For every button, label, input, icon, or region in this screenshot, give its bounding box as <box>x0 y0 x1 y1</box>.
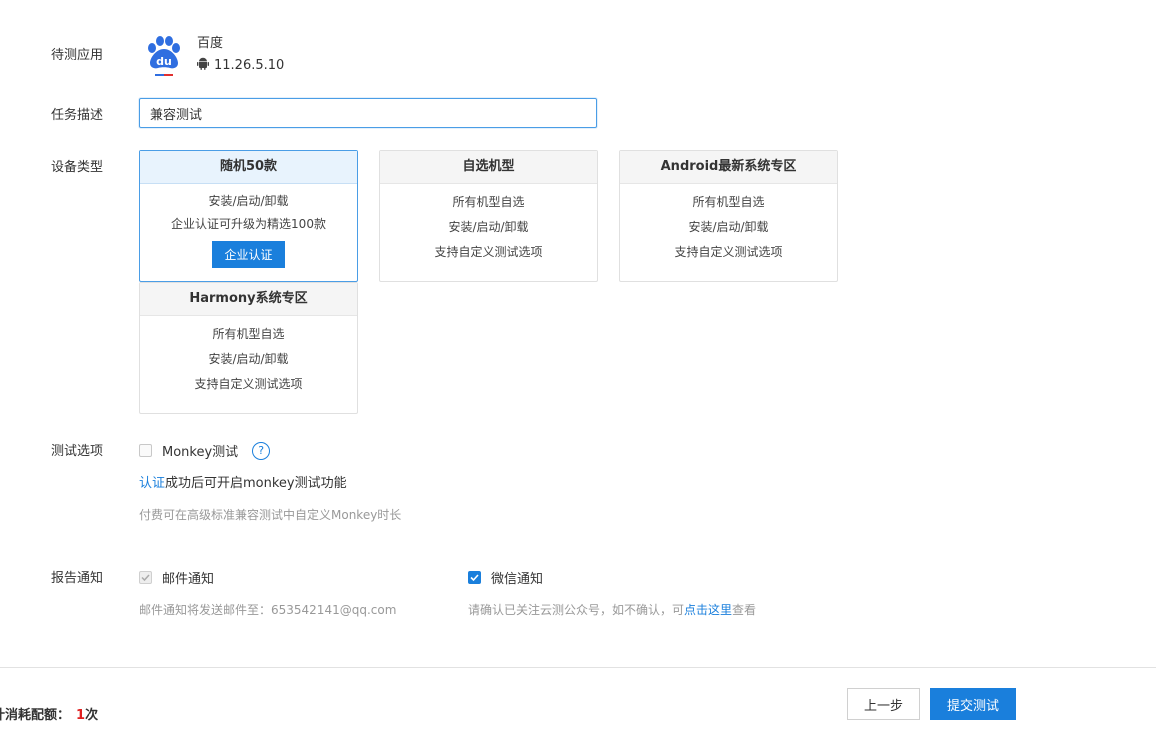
test-options-label: 测试选项 <box>51 444 104 459</box>
quota-summary: 计消耗配额： 1次 <box>0 704 98 723</box>
android-icon <box>197 57 209 74</box>
device-card-line: 安装/启动/卸载 <box>448 220 529 234</box>
footer-divider <box>0 667 1156 668</box>
wechat-checkbox[interactable] <box>468 571 481 584</box>
baidu-logo-icon: du <box>142 34 186 78</box>
quota-value: 1 <box>76 708 86 723</box>
device-card-custom[interactable]: 自选机型 所有机型自选 安装/启动/卸载 支持自定义测试选项 <box>379 150 598 282</box>
submit-test-button[interactable]: 提交测试 <box>930 688 1016 720</box>
app-version-text: 11.26.5.10 <box>214 58 285 73</box>
device-card-title: Android最新系统专区 <box>620 151 837 184</box>
report-notify-label: 报告通知 <box>51 571 104 586</box>
monkey-cert-note: 认证成功后可开启monkey测试功能 <box>139 472 347 491</box>
device-card-line: 企业认证可升级为精选100款 <box>171 217 326 231</box>
click-here-link[interactable]: 点击这里 <box>684 603 732 617</box>
svg-text:du: du <box>156 55 172 68</box>
device-card-line: 安装/启动/卸载 <box>688 220 769 234</box>
email-notify-row: 邮件通知 <box>139 568 214 587</box>
help-icon[interactable]: ? <box>252 441 271 460</box>
device-card-title: 随机50款 <box>140 151 357 184</box>
enterprise-cert-button[interactable]: 企业认证 <box>212 241 285 268</box>
device-card-line: 支持自定义测试选项 <box>674 245 783 259</box>
device-card-line: 支持自定义测试选项 <box>194 377 303 391</box>
device-card-android-latest[interactable]: Android最新系统专区 所有机型自选 安装/启动/卸载 支持自定义测试选项 <box>619 150 838 282</box>
device-card-random50[interactable]: 随机50款 安装/启动/卸载 企业认证可升级为精选100款 企业认证 <box>139 150 358 282</box>
wechat-note-prefix: 请确认已关注云测公众号，如不确认，可 <box>468 603 685 617</box>
wechat-notify-row: 微信通知 <box>468 568 543 587</box>
device-card-line: 所有机型自选 <box>212 327 285 341</box>
app-label: 待测应用 <box>51 48 104 63</box>
device-card-line: 所有机型自选 <box>692 195 765 209</box>
wechat-notify-note: 请确认已关注云测公众号，如不确认，可点击这里查看 <box>468 601 756 618</box>
prev-step-button[interactable]: 上一步 <box>847 688 920 720</box>
device-card-line: 安装/启动/卸载 <box>208 194 289 208</box>
monkey-label: Monkey测试 <box>162 445 239 460</box>
device-card-title: Harmony系统专区 <box>140 283 357 316</box>
device-card-line: 支持自定义测试选项 <box>434 245 543 259</box>
device-card-harmony[interactable]: Harmony系统专区 所有机型自选 安装/启动/卸载 支持自定义测试选项 <box>139 282 358 414</box>
wechat-note-suffix: 查看 <box>732 603 757 617</box>
cert-note-tail: 成功后可开启monkey测试功能 <box>165 476 347 491</box>
app-version-row: 11.26.5.10 <box>197 57 284 74</box>
monkey-checkbox[interactable] <box>139 444 152 457</box>
device-card-line: 所有机型自选 <box>452 195 525 209</box>
desc-label: 任务描述 <box>51 108 104 123</box>
device-card-title: 自选机型 <box>380 151 597 184</box>
task-description-input[interactable] <box>139 98 597 128</box>
quota-label: 计消耗配额： <box>0 708 71 723</box>
email-checkbox[interactable] <box>139 571 152 584</box>
monkey-option-row: Monkey测试 ? <box>139 441 271 460</box>
app-name: 百度 <box>197 36 224 51</box>
email-notify-note: 邮件通知将发送邮件至：653542141@qq.com <box>139 603 397 617</box>
email-notify-label: 邮件通知 <box>162 572 215 587</box>
quota-unit: 次 <box>85 708 99 723</box>
cert-link[interactable]: 认证 <box>139 476 165 491</box>
device-card-line: 安装/启动/卸载 <box>208 352 289 366</box>
paid-note: 付费可在高级标准兼容测试中自定义Monkey时长 <box>139 508 402 522</box>
wechat-notify-label: 微信通知 <box>491 572 544 587</box>
device-type-label: 设备类型 <box>51 160 104 175</box>
